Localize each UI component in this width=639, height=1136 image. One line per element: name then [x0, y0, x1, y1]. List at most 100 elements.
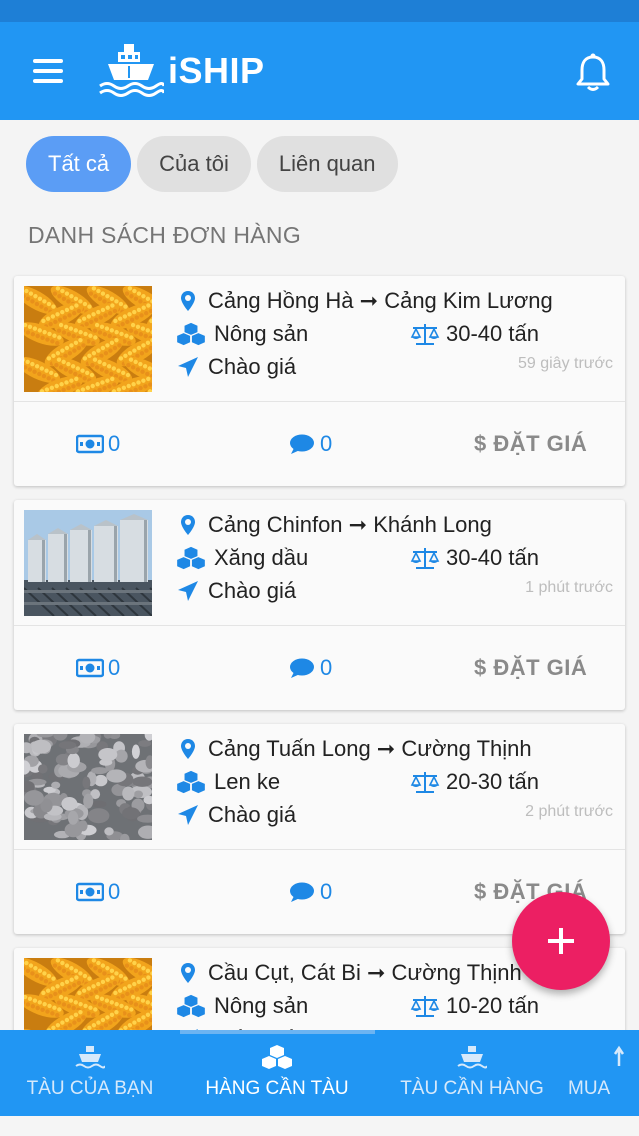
filter-chips: Tất cả Của tôi Liên quan — [26, 136, 398, 192]
scale-icon — [410, 546, 446, 570]
weight-range: 10-20 tấn — [446, 993, 539, 1018]
system-nav-area — [0, 1116, 639, 1136]
app-name: iSHIP — [168, 50, 265, 91]
posted-time: 59 giây trước — [517, 355, 613, 372]
weight-line: 30-40 tấn — [410, 545, 539, 571]
order-status: Chào giá — [208, 578, 297, 603]
bottom-navigation: TÀU CỦA BẠN HÀNG CẦN TÀU TÀU CẦN HÀNG MU… — [0, 1030, 639, 1116]
weight-range: 30-40 tấn — [446, 545, 539, 570]
tab-label: TÀU CẦN HÀNG — [400, 1078, 544, 1099]
tab-label: MUA — [568, 1078, 611, 1099]
route-text: Cảng Chinfon ➞ Khánh Long — [208, 512, 492, 537]
route-line: Cảng Tuấn Long ➞ Cường Thịnh — [176, 736, 532, 762]
weight-range: 30-40 tấn — [446, 321, 539, 346]
order-card[interactable]: Cảng Chinfon ➞ Khánh Long Xăng dầu 30-40 t… — [14, 500, 625, 710]
location-pin-icon — [176, 513, 208, 537]
cargo-boxes-icon — [262, 1045, 292, 1069]
cargo-boxes-icon — [176, 994, 214, 1018]
comments-count: 0 — [320, 878, 333, 904]
cargo-line: Nông sản — [176, 321, 308, 347]
paper-plane-icon — [176, 803, 208, 827]
tab-label: TÀU CỦA BẠN — [26, 1078, 154, 1099]
ship-icon — [75, 1046, 105, 1069]
route-text: Cảng Hồng Hà ➞ Cảng Kim Lương — [208, 288, 553, 313]
weight-line: 30-40 tấn — [410, 321, 539, 347]
location-pin-icon — [176, 737, 208, 761]
add-order-button[interactable] — [512, 892, 610, 990]
route-text: Cầu Cụt, Cát Bi ➞ Cường Thịnh — [208, 960, 522, 985]
posted-time: 1 phút trước — [525, 579, 613, 596]
comments-count: 0 — [320, 654, 333, 680]
comment-icon — [288, 433, 320, 455]
cargo-thumbnail — [16, 727, 161, 845]
tab-cargo-needs-ship[interactable]: HÀNG CẦN TÀU — [177, 1044, 377, 1100]
route-line: Cảng Hồng Hà ➞ Cảng Kim Lương — [176, 288, 553, 314]
cargo-boxes-icon — [176, 322, 214, 346]
comment-icon — [288, 881, 320, 903]
scale-icon — [410, 994, 446, 1018]
order-card[interactable]: Cảng Hồng Hà ➞ Cảng Kim Lương Nông sản 30-… — [14, 276, 625, 486]
location-pin-icon — [176, 289, 208, 313]
quotes-count: 0 — [108, 654, 121, 680]
cargo-thumbnail — [23, 510, 181, 617]
place-bid-button[interactable]: $ ĐẶT GIÁ — [474, 625, 587, 710]
filter-chip-related[interactable]: Liên quan — [256, 136, 398, 192]
active-tab-indicator — [180, 1030, 375, 1034]
section-title: DANH SÁCH ĐƠN HÀNG — [28, 222, 302, 248]
top-app-bar: iSHIP — [0, 22, 639, 120]
trade-icon — [613, 1045, 625, 1066]
money-icon — [76, 657, 108, 679]
tab-label: HÀNG CẦN TÀU — [205, 1078, 349, 1099]
cargo-boxes-icon — [176, 546, 214, 570]
app-logo: iSHIP — [98, 40, 265, 102]
route-line: Cảng Chinfon ➞ Khánh Long — [176, 512, 492, 538]
cargo-type: Len ke — [214, 769, 281, 794]
status-line: Chào giá — [176, 354, 296, 380]
filter-chip-mine[interactable]: Của tôi — [137, 136, 251, 192]
quotes-count: 0 — [108, 430, 121, 456]
scale-icon — [410, 770, 446, 794]
cargo-type: Nông sản — [214, 321, 309, 346]
weight-line: 20-30 tấn — [410, 769, 539, 795]
weight-range: 20-30 tấn — [446, 769, 539, 794]
money-icon — [76, 881, 108, 903]
quotes-count-button[interactable]: 0 — [76, 625, 120, 710]
bell-icon[interactable] — [572, 52, 614, 94]
tab-buy[interactable]: MUA — [568, 1044, 639, 1100]
comments-count: 0 — [320, 430, 333, 456]
status-line: Chào giá — [176, 802, 296, 828]
status-bar — [0, 0, 639, 22]
comments-count-button[interactable]: 0 — [288, 625, 332, 710]
quotes-count: 0 — [108, 878, 121, 904]
cargo-line: Xăng dầu — [176, 545, 308, 571]
quotes-count-button[interactable]: 0 — [76, 401, 120, 486]
cargo-boxes-icon — [176, 770, 214, 794]
hamburger-menu-icon[interactable] — [30, 57, 66, 85]
tab-ship-needs-cargo[interactable]: TÀU CẦN HÀNG — [372, 1044, 572, 1100]
plus-icon — [548, 928, 574, 954]
weight-line: 10-20 tấn — [410, 993, 539, 1019]
paper-plane-icon — [176, 579, 208, 603]
cargo-line: Nông sản — [176, 993, 308, 1019]
ship-logo-icon — [99, 44, 164, 97]
scale-icon — [410, 322, 446, 346]
comments-count-button[interactable]: 0 — [288, 401, 332, 486]
filter-chip-all[interactable]: Tất cả — [26, 136, 132, 192]
route-text: Cảng Tuấn Long ➞ Cường Thịnh — [208, 736, 532, 761]
app-screen: iSHIP Tất cả Của tôi Liên quan DANH SÁCH… — [0, 0, 639, 1136]
status-line: Chào giá — [176, 578, 296, 604]
money-icon — [76, 433, 108, 455]
location-pin-icon — [176, 961, 208, 985]
comment-icon — [288, 657, 320, 679]
cargo-type: Nông sản — [214, 993, 309, 1018]
ship-icon — [457, 1046, 487, 1069]
posted-time: 2 phút trước — [525, 803, 613, 820]
order-status: Chào giá — [208, 354, 297, 379]
cargo-line: Len ke — [176, 769, 280, 795]
route-line: Cầu Cụt, Cát Bi ➞ Cường Thịnh — [176, 960, 522, 986]
quotes-count-button[interactable]: 0 — [76, 849, 120, 934]
place-bid-button[interactable]: $ ĐẶT GIÁ — [474, 401, 587, 486]
comments-count-button[interactable]: 0 — [288, 849, 332, 934]
paper-plane-icon — [176, 355, 208, 379]
tab-my-ships[interactable]: TÀU CỦA BẠN — [0, 1044, 190, 1100]
